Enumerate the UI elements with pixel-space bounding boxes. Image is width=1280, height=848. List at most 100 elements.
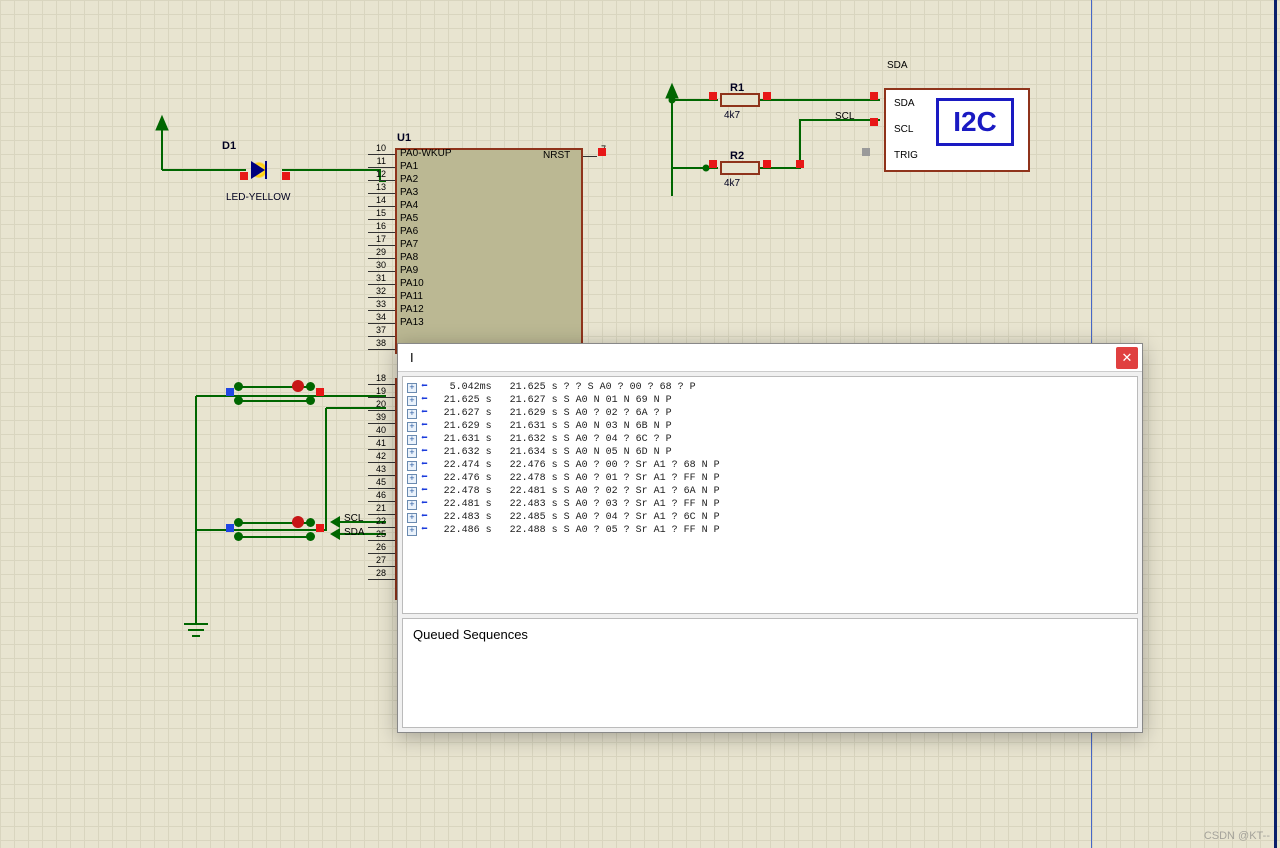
sheet-border bbox=[1274, 0, 1277, 848]
u1-pin-name: PA6 bbox=[400, 226, 418, 237]
sim-pad bbox=[870, 118, 878, 126]
u1-pin-lead bbox=[368, 410, 395, 411]
debug-log[interactable]: + ⬅ 5.042ms 21.625 s ? ? S A0 ? 00 ? 68 ?… bbox=[402, 376, 1138, 614]
expand-icon[interactable]: + bbox=[407, 409, 417, 419]
expand-icon[interactable]: + bbox=[407, 526, 417, 536]
expand-icon[interactable]: + bbox=[407, 383, 417, 393]
r2-body[interactable] bbox=[720, 161, 760, 175]
close-button[interactable]: ✕ bbox=[1116, 347, 1138, 369]
expand-icon[interactable]: + bbox=[407, 448, 417, 458]
queued-panel[interactable]: Queued Sequences bbox=[402, 618, 1138, 728]
u1-pin-num: 41 bbox=[366, 438, 386, 448]
u1-pin-num: 12 bbox=[366, 169, 386, 179]
u1-pin-num: 42 bbox=[366, 451, 386, 461]
log-text: 22.483 s 22.485 s S A0 ? 04 ? Sr A1 ? 6C… bbox=[432, 511, 720, 524]
u1-pin-num: 34 bbox=[366, 312, 386, 322]
sim-pad bbox=[763, 92, 771, 100]
sim-pad bbox=[709, 92, 717, 100]
expand-icon[interactable]: + bbox=[407, 487, 417, 497]
log-text: 5.042ms 21.625 s ? ? S A0 ? 00 ? 68 ? P bbox=[432, 381, 696, 394]
log-row[interactable]: +⬅ 22.481 s 22.483 s S A0 ? 03 ? Sr A1 ?… bbox=[407, 498, 1133, 511]
expand-icon[interactable]: + bbox=[407, 500, 417, 510]
log-row[interactable]: +⬅ 22.486 s 22.488 s S A0 ? 05 ? Sr A1 ?… bbox=[407, 524, 1133, 537]
sim-pad bbox=[709, 160, 717, 168]
led-d1[interactable] bbox=[248, 161, 278, 179]
expand-icon[interactable]: + bbox=[407, 422, 417, 432]
log-text: 21.631 s 21.632 s S A0 ? 04 ? 6C ? P bbox=[432, 433, 672, 446]
net-sda-label: SDA bbox=[344, 527, 365, 538]
log-row[interactable]: +⬅ 5.042ms 21.625 s ? ? S A0 ? 00 ? 68 ?… bbox=[407, 381, 1133, 394]
u1-pin-num: 31 bbox=[366, 273, 386, 283]
log-row[interactable]: +⬅ 21.625 s 21.627 s S A0 N 01 N 69 N P bbox=[407, 394, 1133, 407]
u1-pin-num: 30 bbox=[366, 260, 386, 270]
u1-pin-name: PA12 bbox=[400, 304, 424, 315]
sim-pad bbox=[598, 148, 606, 156]
u1-pin-lead bbox=[368, 232, 395, 233]
u1-pin-num: 46 bbox=[366, 490, 386, 500]
u1-pin-num: 15 bbox=[366, 208, 386, 218]
r1-body[interactable] bbox=[720, 93, 760, 107]
u1-pin-lead bbox=[368, 501, 395, 502]
log-row[interactable]: +⬅ 21.629 s 21.631 s S A0 N 03 N 6B N P bbox=[407, 420, 1133, 433]
expand-icon[interactable]: + bbox=[407, 474, 417, 484]
u1-pin-lead bbox=[368, 180, 395, 181]
u1-pin-num: 33 bbox=[366, 299, 386, 309]
expand-icon[interactable]: + bbox=[407, 435, 417, 445]
log-row[interactable]: +⬅ 22.483 s 22.485 s S A0 ? 04 ? Sr A1 ?… bbox=[407, 511, 1133, 524]
u1-pin-lead bbox=[368, 271, 395, 272]
expand-icon[interactable]: + bbox=[407, 396, 417, 406]
u1-pin-lead bbox=[368, 449, 395, 450]
debug-title-text: I bbox=[410, 350, 414, 365]
u1-pin-lead bbox=[368, 553, 395, 554]
expand-icon[interactable]: + bbox=[407, 513, 417, 523]
r1-value: 4k7 bbox=[724, 110, 740, 121]
u1-pin-name: PA4 bbox=[400, 200, 418, 211]
u1-pin-lead bbox=[368, 336, 395, 337]
net-scl-label: SCL bbox=[344, 513, 363, 524]
u1-pin-num: 22 bbox=[366, 516, 386, 526]
log-row[interactable]: +⬅ 21.627 s 21.629 s S A0 ? 02 ? 6A ? P bbox=[407, 407, 1133, 420]
u1-pin-name: PA9 bbox=[400, 265, 418, 276]
u1-pin-name: PA13 bbox=[400, 317, 424, 328]
u1-pin-lead bbox=[583, 156, 597, 157]
u1-pin-num: 20 bbox=[366, 399, 386, 409]
u1-pin-num: 14 bbox=[366, 195, 386, 205]
u1-pin-name: PA3 bbox=[400, 187, 418, 198]
log-text: 21.632 s 21.634 s S A0 N 05 N 6D N P bbox=[432, 446, 672, 459]
u1-pin-name: PA0-WKUP bbox=[400, 148, 452, 159]
sim-pad bbox=[316, 524, 324, 532]
switch-1[interactable] bbox=[236, 380, 316, 408]
log-text: 22.481 s 22.483 s S A0 ? 03 ? Sr A1 ? FF… bbox=[432, 498, 720, 511]
arrow-left-icon: ⬅ bbox=[421, 420, 428, 433]
i2c-debug-window[interactable]: I ✕ + ⬅ 5.042ms 21.625 s ? ? S A0 ? 00 ? … bbox=[397, 343, 1143, 733]
log-text: 21.627 s 21.629 s S A0 ? 02 ? 6A ? P bbox=[432, 407, 672, 420]
log-row[interactable]: +⬅ 22.476 s 22.478 s S A0 ? 01 ? Sr A1 ?… bbox=[407, 472, 1133, 485]
net-scl-mid: SCL bbox=[835, 111, 854, 122]
switch-2[interactable] bbox=[236, 516, 316, 544]
u1-pin-num: 39 bbox=[366, 412, 386, 422]
u1-pin-lead bbox=[368, 566, 395, 567]
arrow-left-icon: ⬅ bbox=[421, 459, 428, 472]
log-row[interactable]: +⬅ 21.631 s 21.632 s S A0 ? 04 ? 6C ? P bbox=[407, 433, 1133, 446]
debug-titlebar[interactable]: I ✕ bbox=[398, 344, 1142, 372]
log-row[interactable]: +⬅ 22.478 s 22.481 s S A0 ? 02 ? Sr A1 ?… bbox=[407, 485, 1133, 498]
sim-pad bbox=[282, 172, 290, 180]
u1-pin-num: 38 bbox=[366, 338, 386, 348]
log-row[interactable]: + ⬅ 21.632 s 21.634 s S A0 N 05 N 6D N P bbox=[407, 446, 1133, 459]
u1-pin-lead bbox=[368, 349, 395, 350]
u1-pin-lead bbox=[368, 154, 395, 155]
u1-pin-num: 26 bbox=[366, 542, 386, 552]
d1-value: LED-YELLOW bbox=[226, 192, 290, 203]
u1-pin-lead bbox=[368, 488, 395, 489]
u1-pin-lead bbox=[368, 462, 395, 463]
d1-ref: D1 bbox=[222, 140, 236, 152]
u1-pin-name: NRST bbox=[543, 150, 570, 161]
net-tag-scl bbox=[330, 516, 340, 528]
u1-pin-name: PA7 bbox=[400, 239, 418, 250]
u1-pin-name: PA11 bbox=[400, 291, 423, 302]
sim-pad bbox=[240, 172, 248, 180]
log-row[interactable]: +⬅ 22.474 s 22.476 s S A0 ? 00 ? Sr A1 ?… bbox=[407, 459, 1133, 472]
expand-icon[interactable]: + bbox=[407, 461, 417, 471]
arrow-left-icon: ⬅ bbox=[421, 446, 428, 459]
i2c-pin-trig: TRIG bbox=[894, 150, 918, 161]
